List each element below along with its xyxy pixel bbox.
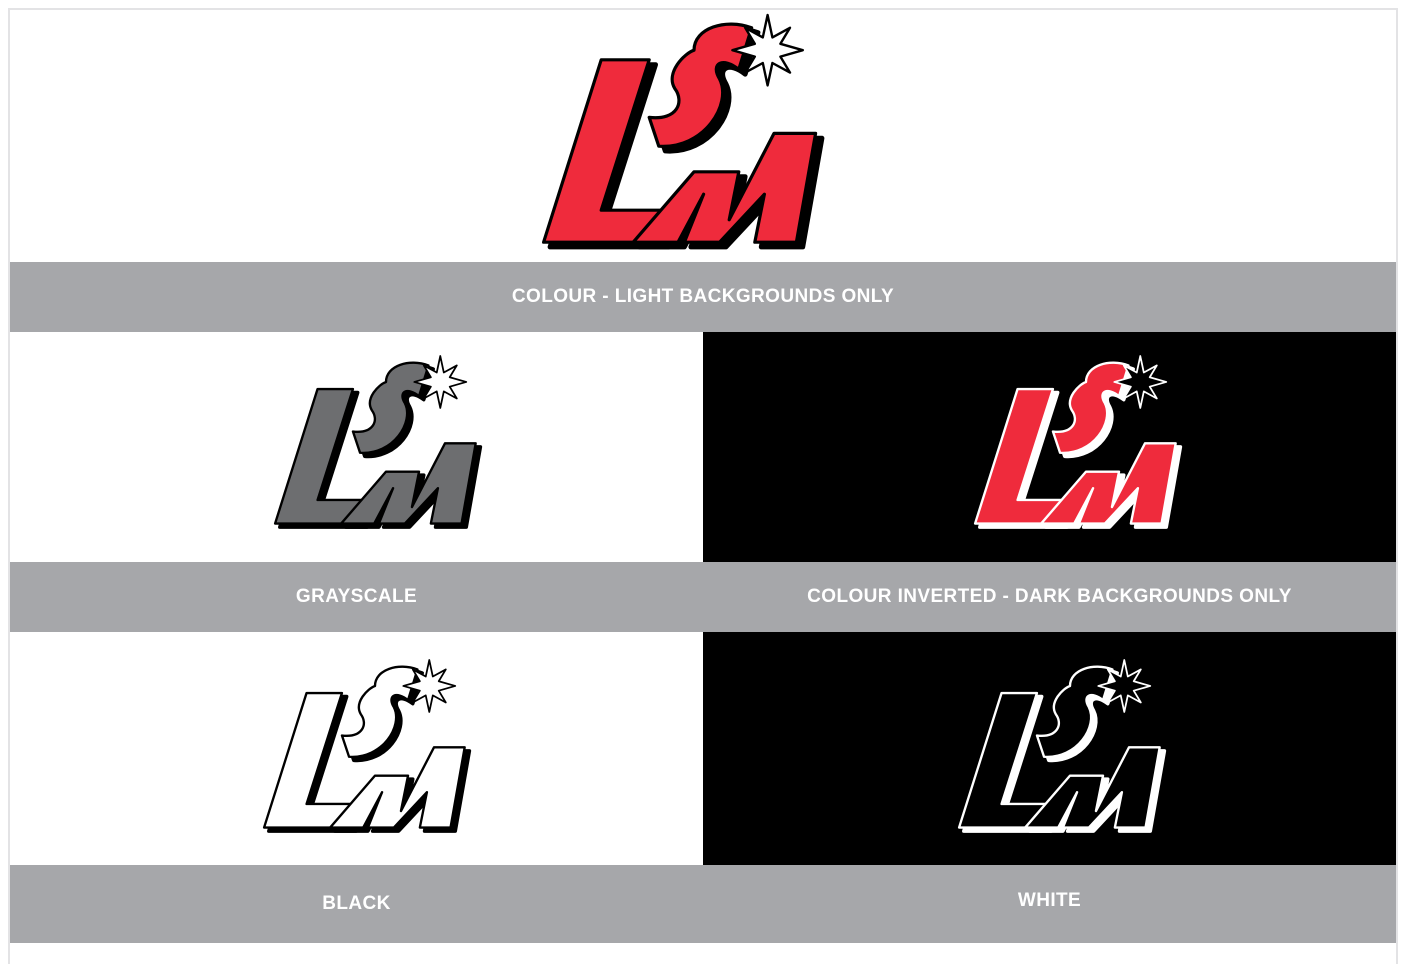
colour-light-panel [10,10,1396,262]
lsm-logo-inverted [973,355,1183,529]
label-white: WHITE [703,865,1396,943]
white-panel [703,632,1396,865]
label-black: BLACK [10,865,703,943]
logo-variations-sheet: COLOUR - LIGHT BACKGROUNDS ONLY GRAYSCAL… [8,8,1398,964]
label-grayscale: GRAYSCALE [10,562,703,632]
lsm-logo-mark [273,355,483,529]
label-colour-light: COLOUR - LIGHT BACKGROUNDS ONLY [10,262,1396,332]
lsm-logo-mark [262,659,472,833]
lsm-logo-mark [973,355,1183,529]
lsm-logo-grayscale [273,355,483,529]
black-panel [10,632,703,865]
grayscale-panel [10,332,703,562]
lsm-logo-black [262,659,472,833]
lsm-logo-mark [542,13,825,250]
lsm-logo-colour [542,13,825,250]
lsm-logo-mark [957,659,1167,833]
colour-inverted-panel [703,332,1396,562]
label-colour-inverted: COLOUR INVERTED - DARK BACKGROUNDS ONLY [703,562,1396,632]
lsm-logo-white [957,659,1167,833]
